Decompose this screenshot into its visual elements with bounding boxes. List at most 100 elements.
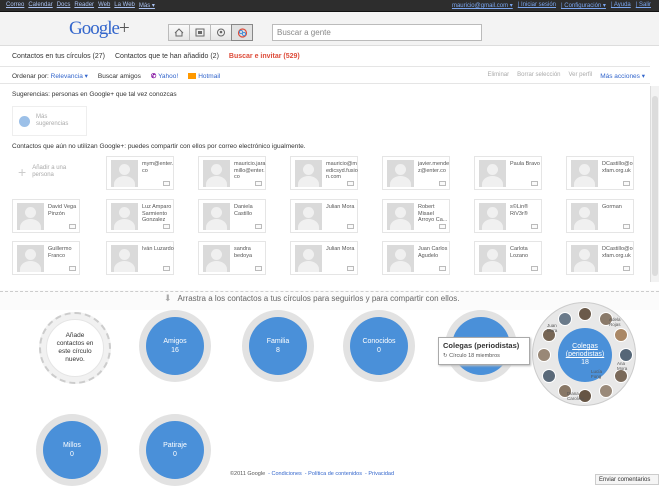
contact-card[interactable]: DCastillo@oxfam.org.uk <box>566 156 634 190</box>
contact-card[interactable]: Robert Misael Arroyo Ca... <box>382 199 450 233</box>
contact-card[interactable]: mauricio.jaramillo@enter.co <box>198 156 266 190</box>
circle-name: Millos <box>63 442 81 449</box>
contact-card[interactable]: Julian Mora <box>290 199 358 233</box>
member-avatar[interactable] <box>619 348 633 362</box>
email-icon <box>69 224 76 229</box>
member-avatar[interactable] <box>578 307 592 321</box>
top-link[interactable]: Reader <box>74 2 94 9</box>
privacy-link[interactable]: - Privacidad <box>365 471 394 477</box>
email-contacts-heading: Contactos que aún no utilizan Google+: p… <box>12 143 306 150</box>
contact-card[interactable]: Gorman <box>566 199 634 233</box>
contact-card[interactable]: mauricio@medicsyd.fusion.com <box>290 156 358 190</box>
member-avatar[interactable] <box>542 368 557 383</box>
home-icon <box>174 28 184 37</box>
tab-in-circles[interactable]: Contactos en tus círculos (27) <box>12 53 105 60</box>
contact-card[interactable]: DCastillo@oxfam.org.uk <box>566 241 634 275</box>
avatar <box>571 245 598 272</box>
contact-card[interactable]: David Vega Pinzón <box>12 199 80 233</box>
avatar <box>387 160 414 187</box>
tooltip-subtitle: ↻ Círculo 18 miembros <box>443 353 525 359</box>
divider <box>0 66 650 67</box>
more-actions-dropdown[interactable]: Más acciones ▾ <box>600 72 645 80</box>
top-link[interactable]: | Salir <box>636 2 651 9</box>
top-link[interactable]: La Web <box>114 2 135 9</box>
email-icon <box>623 224 630 229</box>
tab-added-you[interactable]: Contactos que te han añadido (2) <box>115 53 219 60</box>
email-icon <box>531 266 538 271</box>
scrollbar[interactable] <box>650 86 659 282</box>
member-label: Adela Rojas <box>609 317 621 327</box>
home-nav-button[interactable] <box>168 24 190 41</box>
contact-name: Carlota Lozano <box>510 246 529 259</box>
divider <box>0 83 650 84</box>
email-icon <box>347 266 354 271</box>
top-link[interactable]: Correo <box>6 2 24 9</box>
contact-card[interactable]: Julian Mora <box>290 241 358 275</box>
suggestions-heading: Sugerencias: personas en Google+ que tal… <box>12 91 177 98</box>
order-dropdown[interactable]: Relevancia ▾ <box>51 73 88 80</box>
contact-card[interactable]: Luz Amparo Sarmiento Gonzalez <box>106 199 174 233</box>
contact-card[interactable]: Juan Carlos Agudelo <box>382 241 450 275</box>
top-link[interactable]: | Configuración ▾ <box>561 2 606 9</box>
contact-name: mauricio.jaramillo@enter.co <box>234 161 266 180</box>
tab-find-invite[interactable]: Buscar e invitar (529) <box>229 53 300 60</box>
circle-amigos[interactable]: Amigos 16 <box>139 310 211 382</box>
circle-count: 0 <box>70 451 74 458</box>
email-icon <box>347 181 354 186</box>
circle-conocidos[interactable]: Conocidos 0 <box>343 310 415 382</box>
terms-link[interactable]: - Condiciones <box>268 471 302 477</box>
top-link[interactable]: Web <box>98 2 110 9</box>
contact-card[interactable]: Paula Bravo <box>474 156 542 190</box>
contact-card[interactable]: Carlota Lozano <box>474 241 542 275</box>
google-plus-logo[interactable]: Google+ <box>69 18 130 40</box>
logo-text: Google <box>69 18 120 39</box>
contact-name: Gorman <box>602 204 622 210</box>
circle-familia[interactable]: Familia 8 <box>242 310 314 382</box>
nav-buttons <box>168 24 253 41</box>
top-link[interactable]: Calendar <box>28 2 52 9</box>
member-avatar[interactable] <box>613 327 628 342</box>
delete-button[interactable]: Eliminar <box>487 72 509 80</box>
yahoo-link[interactable]: ✆ Yahoo! <box>151 72 178 80</box>
top-link[interactable]: Más ▾ <box>139 2 155 9</box>
more-suggestions-button[interactable]: Más sugerencias <box>12 106 87 136</box>
top-bar: Correo Calendar Docs Reader Web La Web M… <box>0 0 659 12</box>
find-friends-label: Buscar amigos <box>97 72 141 80</box>
avatar <box>111 245 138 272</box>
member-avatar[interactable] <box>598 383 613 398</box>
top-link[interactable]: | Iniciar sesión <box>518 2 556 9</box>
scrollbar-thumb[interactable] <box>652 96 658 276</box>
contact-card[interactable]: sandra bedoya <box>198 241 266 275</box>
profile-nav-button[interactable] <box>210 24 232 41</box>
circle-colegas-expanded[interactable]: Colegas (periodistas) 18 Juan Mora Adela … <box>532 302 636 406</box>
contact-card[interactable]: s©Lin® RiV3r® <box>474 199 542 233</box>
contact-name: javier.mendez@enter.co <box>418 161 450 174</box>
clear-selection-button[interactable]: Borrar selección <box>517 72 560 80</box>
new-circle-dropzone[interactable]: Añade contactos en este círculo nuevo. <box>39 312 111 384</box>
more-suggestions-label: Más sugerencias <box>36 114 69 127</box>
top-link[interactable]: Docs <box>57 2 71 9</box>
photo-icon <box>195 28 205 37</box>
copyright: ©2011 Google <box>230 471 266 477</box>
photos-nav-button[interactable] <box>189 24 211 41</box>
people-search-input[interactable]: Buscar a gente <box>272 24 482 41</box>
content-policy-link[interactable]: - Política de contenidos <box>305 471 362 477</box>
contact-card[interactable]: Daniela Castillo <box>198 199 266 233</box>
circle-millos[interactable]: Millos 0 <box>36 414 108 486</box>
add-person-button[interactable]: + Añadir a una persona <box>12 156 87 188</box>
circle-name[interactable]: Colegas (periodistas) <box>558 343 612 359</box>
top-link[interactable]: | Ayuda <box>611 2 631 9</box>
send-feedback-button[interactable]: Enviar comentarios <box>595 474 659 485</box>
contact-card[interactable]: Guillermo Franco <box>12 241 80 275</box>
contact-card[interactable]: javier.mendez@enter.co <box>382 156 450 190</box>
circle-name: Conocidos <box>362 338 396 345</box>
hotmail-link[interactable]: Hotmail <box>188 73 220 80</box>
circle-patiraje[interactable]: Patiraje 0 <box>139 414 211 486</box>
email-icon <box>623 266 630 271</box>
contact-card[interactable]: mym@enter.co <box>106 156 174 190</box>
view-profile-button[interactable]: Ver perfil <box>569 72 593 80</box>
account-link[interactable]: mauricio@gmail.com ▾ <box>452 2 513 9</box>
contact-card[interactable]: Iván Luzardo <box>106 241 174 275</box>
circles-nav-button[interactable] <box>231 24 253 41</box>
member-avatar[interactable] <box>537 348 551 362</box>
